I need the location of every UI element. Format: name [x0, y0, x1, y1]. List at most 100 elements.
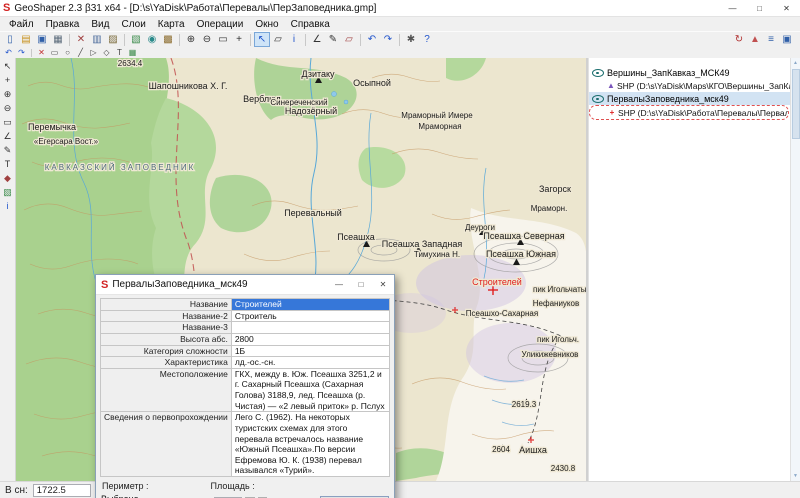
layers-tool-icon[interactable]: ▧ — [1, 186, 15, 199]
settings-icon[interactable]: ✱ — [403, 32, 419, 47]
open-file-icon[interactable]: ▤ — [18, 32, 34, 47]
layer-item[interactable]: ПервалыЗаповедника_мск49 — [589, 92, 790, 105]
snap-icon[interactable]: ▦ — [126, 48, 139, 58]
scroll-up-icon[interactable]: ▲ — [793, 58, 798, 68]
menu-item-4[interactable]: Слои — [115, 19, 151, 30]
layer-source-item[interactable]: ▲SHP (D:\s\YaDisk\Maps\КГО\Вершины_ЗапКа… — [589, 79, 790, 92]
select-area-tool-icon[interactable]: ▭ — [1, 116, 15, 129]
layers-icon[interactable]: ▧ — [128, 32, 144, 47]
attribute-row: НазваниеСтроителей — [101, 299, 390, 311]
help-icon[interactable]: ? — [419, 32, 435, 47]
warning-icon[interactable]: ▲ — [747, 32, 763, 47]
panel-scrollbar[interactable]: ▲ ▼ — [790, 58, 800, 481]
measure-tool-icon[interactable]: ∠ — [1, 130, 15, 143]
layer-source-item[interactable]: +SHP (D:\s\YaDisk\Работа\Перевалы\Первал… — [589, 105, 789, 120]
attribute-label: Название-2 — [101, 310, 232, 322]
attribute-row: Высота абс.2800 — [101, 333, 390, 345]
zoom-out-icon[interactable]: ⊖ — [199, 32, 215, 47]
map-label: Мраморный Имере — [401, 111, 473, 120]
layer-item[interactable]: Вершины_ЗапКавказ_МСК49 — [589, 66, 790, 79]
erase-icon[interactable]: ▱ — [341, 32, 357, 47]
attribute-value[interactable]: Строитель — [231, 310, 389, 322]
info-tool-icon[interactable]: i — [1, 200, 15, 213]
draw-polygon-icon[interactable]: ▷ — [87, 48, 100, 58]
window-icon[interactable]: ▣ — [779, 32, 795, 47]
map-label: Тимухина Н. — [414, 250, 460, 259]
menu-item-6[interactable]: Операции — [191, 19, 250, 30]
dialog-maximize-button[interactable]: □ — [350, 275, 372, 294]
next-view-icon[interactable]: ↷ — [380, 32, 396, 47]
cut-icon[interactable]: ✕ — [73, 32, 89, 47]
close-button[interactable]: ✕ — [773, 0, 800, 16]
draw-tool-icon[interactable]: ✎ — [1, 144, 15, 157]
layer-visibility-eye-icon[interactable] — [592, 93, 604, 104]
pan-icon[interactable]: + — [231, 32, 247, 47]
list-icon[interactable]: ≡ — [763, 32, 779, 47]
scroll-down-icon[interactable]: ▼ — [793, 471, 798, 481]
draw-rect-icon[interactable]: ▭ — [48, 48, 61, 58]
menu-item-2[interactable]: Правка — [40, 19, 86, 30]
zoom-window-icon[interactable]: ▭ — [215, 32, 231, 47]
marker-tool-icon[interactable]: ◆ — [1, 172, 15, 185]
layer-visibility-eye-icon[interactable] — [592, 67, 604, 78]
label-tool-icon[interactable]: Т — [1, 158, 15, 171]
copy-icon[interactable]: ▥ — [89, 32, 105, 47]
refresh-icon[interactable]: ↻ — [731, 32, 747, 47]
prev-view-icon[interactable]: ↶ — [364, 32, 380, 47]
attribute-value[interactable]: лд.-ос.-сн. — [231, 357, 389, 369]
attribute-value[interactable]: Лего С. (1962). На некоторых туристских … — [231, 412, 389, 477]
new-file-icon[interactable]: ▯ — [2, 32, 18, 47]
draw-ellipse-icon[interactable]: ○ — [61, 48, 74, 58]
minimize-button[interactable]: — — [719, 0, 746, 16]
attribute-value[interactable]: Строителей — [231, 299, 389, 311]
save-icon[interactable]: ▣ — [34, 32, 50, 47]
menu-item-1[interactable]: Файл — [3, 19, 40, 30]
pan-tool-icon[interactable]: + — [1, 74, 15, 87]
map-label: Строителей — [472, 277, 522, 287]
toolbar-separator — [179, 34, 180, 46]
print-icon[interactable]: ▦ — [50, 32, 66, 47]
measure-icon[interactable]: ∠ — [309, 32, 325, 47]
redo-icon[interactable]: ↷ — [15, 48, 28, 58]
select-arrow-icon[interactable]: ↖ — [254, 32, 270, 47]
legend-icon[interactable]: ▩ — [160, 32, 176, 47]
layers-panel: Вершины_ЗапКавказ_МСК49▲SHP (D:\s\YaDisk… — [588, 58, 800, 481]
paste-icon[interactable]: ▨ — [105, 32, 121, 47]
attribute-row: МестоположениеГКХ, между в. Юж. Псеашха … — [101, 368, 390, 412]
scrollbar-thumb[interactable] — [792, 69, 800, 139]
dialog-minimize-button[interactable]: — — [328, 275, 350, 294]
undo-icon[interactable]: ↶ — [2, 48, 15, 58]
map-label: Нефаниуков — [533, 299, 579, 308]
maximize-button[interactable]: □ — [746, 0, 773, 16]
dialog-titlebar[interactable]: S ПервалыЗаповедника_мск49 — □ ✕ — [96, 275, 394, 295]
map-icon[interactable]: ◉ — [144, 32, 160, 47]
map-label: пик Игольчатый — [533, 285, 586, 294]
draw-line-icon[interactable]: ╱ — [74, 48, 87, 58]
menu-item-3[interactable]: Вид — [85, 19, 115, 30]
menu-item-7[interactable]: Окно — [249, 19, 284, 30]
delete-icon[interactable]: ✕ — [35, 48, 48, 58]
menu-item-8[interactable]: Справка — [285, 19, 336, 30]
select-rect-icon[interactable]: ▱ — [270, 32, 286, 47]
zoom-out-tool-icon[interactable]: ⊖ — [1, 102, 15, 115]
zoom-in-tool-icon[interactable]: ⊕ — [1, 88, 15, 101]
attribute-label: Местоположение — [101, 368, 232, 412]
zoom-in-icon[interactable]: ⊕ — [183, 32, 199, 47]
menu-item-5[interactable]: Карта — [152, 19, 191, 30]
attribute-row: Сведения о первопрохожденииЛего С. (1962… — [101, 412, 390, 477]
dialog-close-icon[interactable]: ✕ — [372, 275, 394, 294]
pointer-tool-icon[interactable]: ↖ — [1, 60, 15, 73]
map-label: 2619.3 — [512, 400, 537, 409]
app-logo-icon: S — [3, 2, 10, 14]
attribute-value[interactable]: 2800 — [231, 333, 389, 345]
vertex-icon[interactable]: ◇ — [100, 48, 113, 58]
attribute-value[interactable] — [231, 322, 389, 334]
map-label: Псеашха Западная — [382, 239, 463, 249]
text-tool-icon[interactable]: Т — [113, 48, 126, 58]
attribute-value[interactable]: ГКХ, между в. Юж. Псеашха 3251,2 и г. Са… — [231, 368, 389, 412]
altitude-value[interactable]: 1722.5 — [33, 484, 91, 497]
info-icon[interactable]: i — [286, 32, 302, 47]
attribute-value[interactable]: 1Б — [231, 345, 389, 357]
edit-icon[interactable]: ✎ — [325, 32, 341, 47]
altitude-label: В сн: — [5, 485, 28, 496]
